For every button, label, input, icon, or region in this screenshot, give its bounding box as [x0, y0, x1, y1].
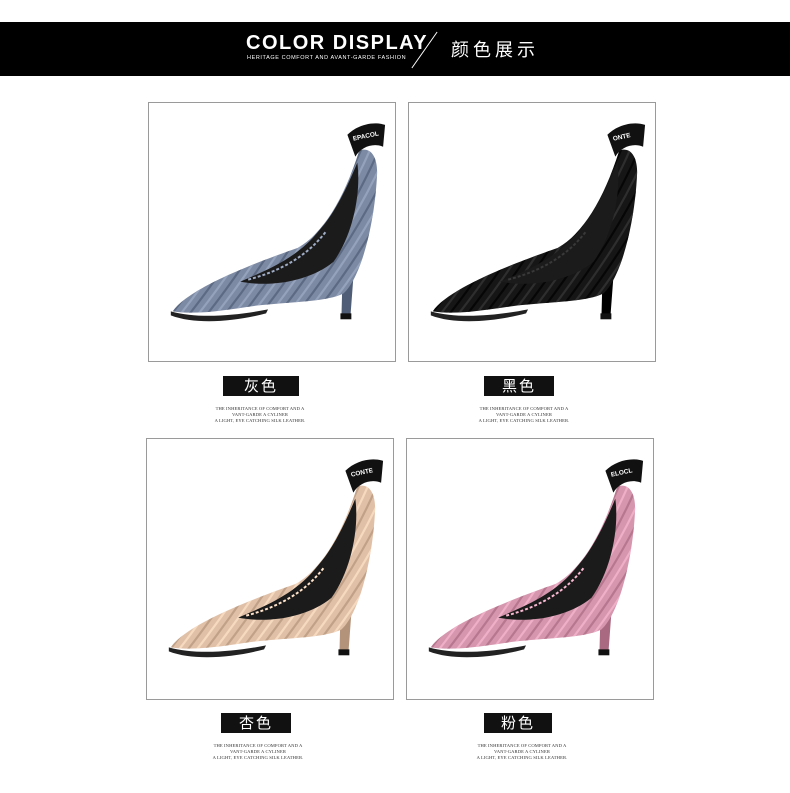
header-title-cn: 颜色展示 — [451, 40, 539, 61]
product-card-pink[interactable]: ELOCL — [406, 438, 654, 700]
shoe-image-black: ONTE — [430, 123, 646, 322]
caption-line: A LIGHT, EYE CATCHING SILK LEATHER. — [214, 418, 306, 424]
header-title: COLOR DISPLAY — [246, 32, 429, 54]
product-card-grey[interactable]: EPACOL — [148, 102, 396, 362]
caption-pink: THE INHERITANCE OF COMFORT AND A VANT-GA… — [452, 743, 592, 762]
color-label-pink: 粉色 — [484, 713, 552, 733]
caption-apricot: THE INHERITANCE OF COMFORT AND A VANT-GA… — [188, 743, 328, 762]
caption-line: A LIGHT, EYE CATCHING SILK LEATHER. — [476, 755, 568, 761]
shoe-image-grey: EPACOL — [170, 123, 386, 322]
color-label-grey: 灰色 — [223, 376, 299, 396]
caption-black: THE INHERITANCE OF COMFORT AND A VANT-GA… — [454, 406, 594, 425]
caption-grey: THE INHERITANCE OF COMFORT AND A VANT-GA… — [190, 406, 330, 425]
header-banner: COLOR DISPLAY HERITAGE COMFORT AND AVANT… — [0, 22, 790, 76]
shoe-image-apricot: CONTE — [168, 459, 384, 658]
color-label-black: 黑色 — [484, 376, 554, 396]
header-subtitle: HERITAGE COMFORT AND AVANT-GARDE FASHION — [247, 55, 407, 61]
product-card-black[interactable]: ONTE — [408, 102, 656, 362]
shoe-image-pink: ELOCL — [428, 459, 644, 658]
product-card-apricot[interactable]: CONTE — [146, 438, 394, 700]
color-label-apricot: 杏色 — [221, 713, 291, 733]
caption-line: A LIGHT, EYE CATCHING SILK LEATHER. — [478, 418, 570, 424]
caption-line: A LIGHT, EYE CATCHING SILK LEATHER. — [212, 755, 304, 761]
